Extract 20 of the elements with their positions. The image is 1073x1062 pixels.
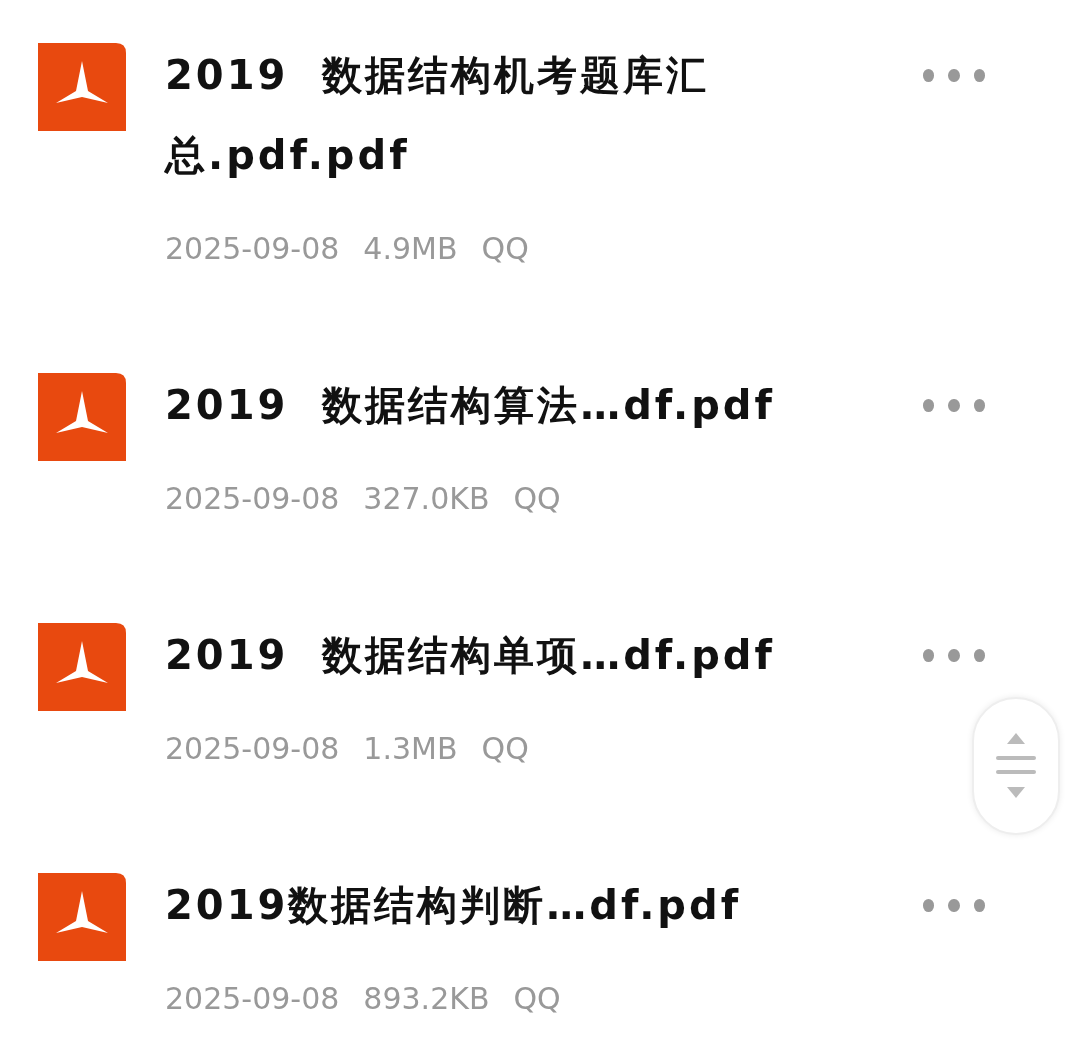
file-date: 2025-09-08 [165, 230, 340, 268]
pdf-file-icon [38, 43, 126, 131]
file-size: 4.9MB [363, 230, 458, 268]
file-source: QQ [513, 480, 561, 518]
file-size: 327.0KB [363, 480, 490, 518]
pdf-file-icon [38, 623, 126, 711]
file-source: QQ [481, 730, 529, 768]
file-size: 893.2KB [363, 980, 490, 1018]
pdf-file-icon [38, 373, 126, 461]
pdf-file-icon [38, 873, 126, 961]
file-date: 2025-09-08 [165, 980, 340, 1018]
file-date: 2025-09-08 [165, 730, 340, 768]
file-name[interactable]: 2019 数据结构算法…df.pdf [165, 365, 845, 445]
file-source: QQ [481, 230, 529, 268]
file-name[interactable]: 2019 数据结构单项…df.pdf [165, 615, 845, 695]
file-name[interactable]: 2019 数据结构机考题库汇总.pdf.pdf [165, 35, 845, 195]
file-size: 1.3MB [363, 730, 458, 768]
file-date: 2025-09-08 [165, 480, 340, 518]
file-source: QQ [513, 980, 561, 1018]
file-name[interactable]: 2019数据结构判断…df.pdf [165, 865, 845, 945]
